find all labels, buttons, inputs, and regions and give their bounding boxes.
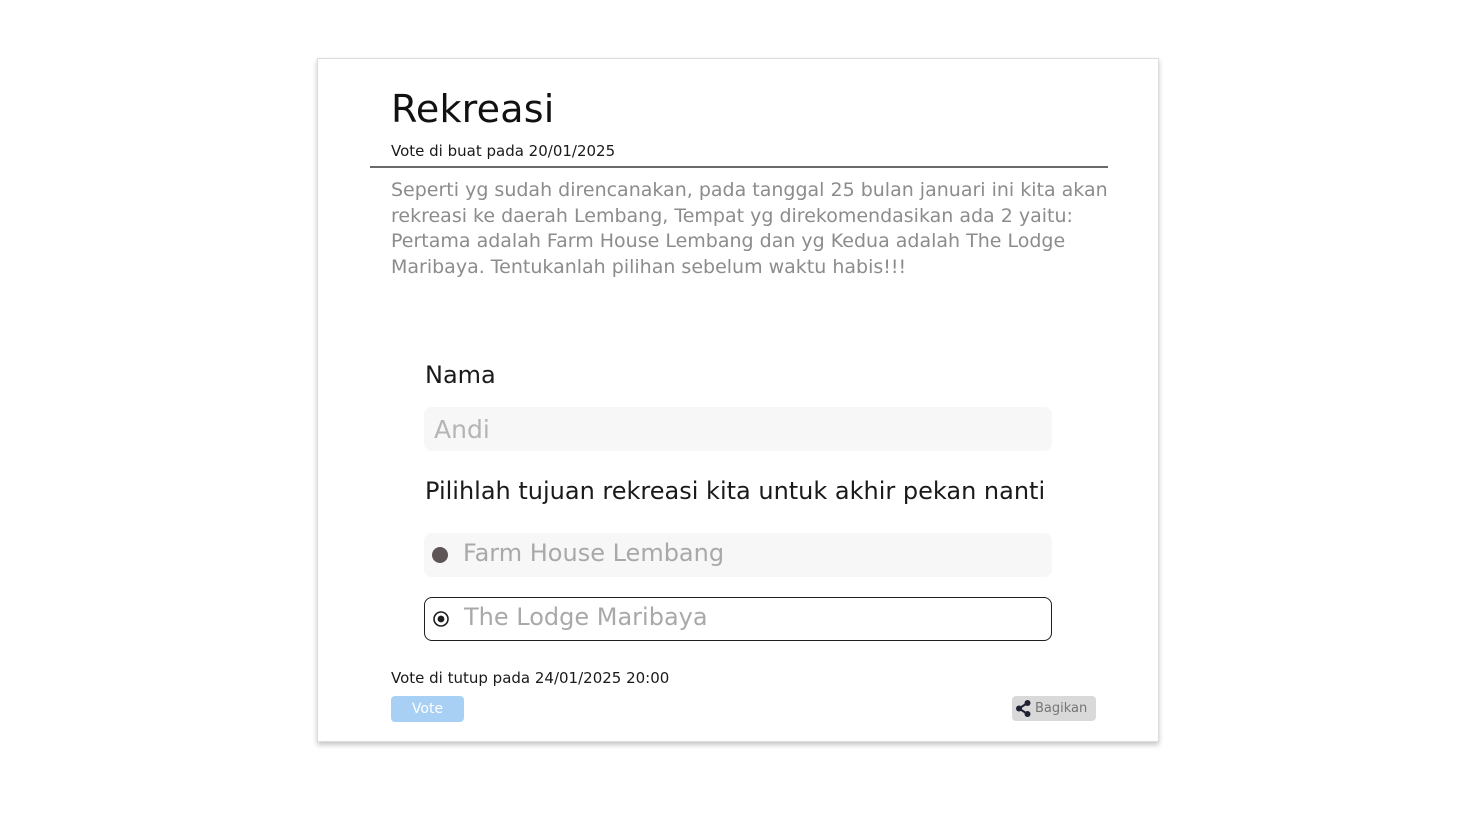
option-label: The Lodge Maribaya	[464, 603, 708, 631]
option-farm-house-lembang[interactable]: Farm House Lembang	[424, 533, 1052, 577]
vote-button[interactable]: Vote	[391, 696, 464, 722]
question-label: Pilihlah tujuan rekreasi kita untuk akhi…	[425, 477, 1046, 505]
poll-card: Rekreasi Vote di buat pada 20/01/2025 Se…	[317, 58, 1159, 742]
name-input[interactable]	[424, 407, 1052, 451]
created-date-text: Vote di buat pada 20/01/2025	[391, 142, 616, 160]
option-the-lodge-maribaya[interactable]: The Lodge Maribaya	[424, 597, 1052, 641]
radio-filled-dot-icon[interactable]	[425, 533, 455, 577]
page-title: Rekreasi	[391, 87, 555, 131]
share-label: Bagikan	[1035, 701, 1088, 716]
name-label: Nama	[425, 361, 496, 389]
title-divider	[370, 166, 1108, 168]
closing-date-text: Vote di tutup pada 24/01/2025 20:00	[391, 669, 670, 687]
share-button[interactable]: Bagikan	[1012, 696, 1096, 721]
share-icon	[1014, 699, 1033, 718]
radio-selected-icon[interactable]	[426, 598, 456, 640]
option-label: Farm House Lembang	[463, 539, 725, 567]
poll-description: Seperti yg sudah direncanakan, pada tang…	[391, 179, 1108, 278]
